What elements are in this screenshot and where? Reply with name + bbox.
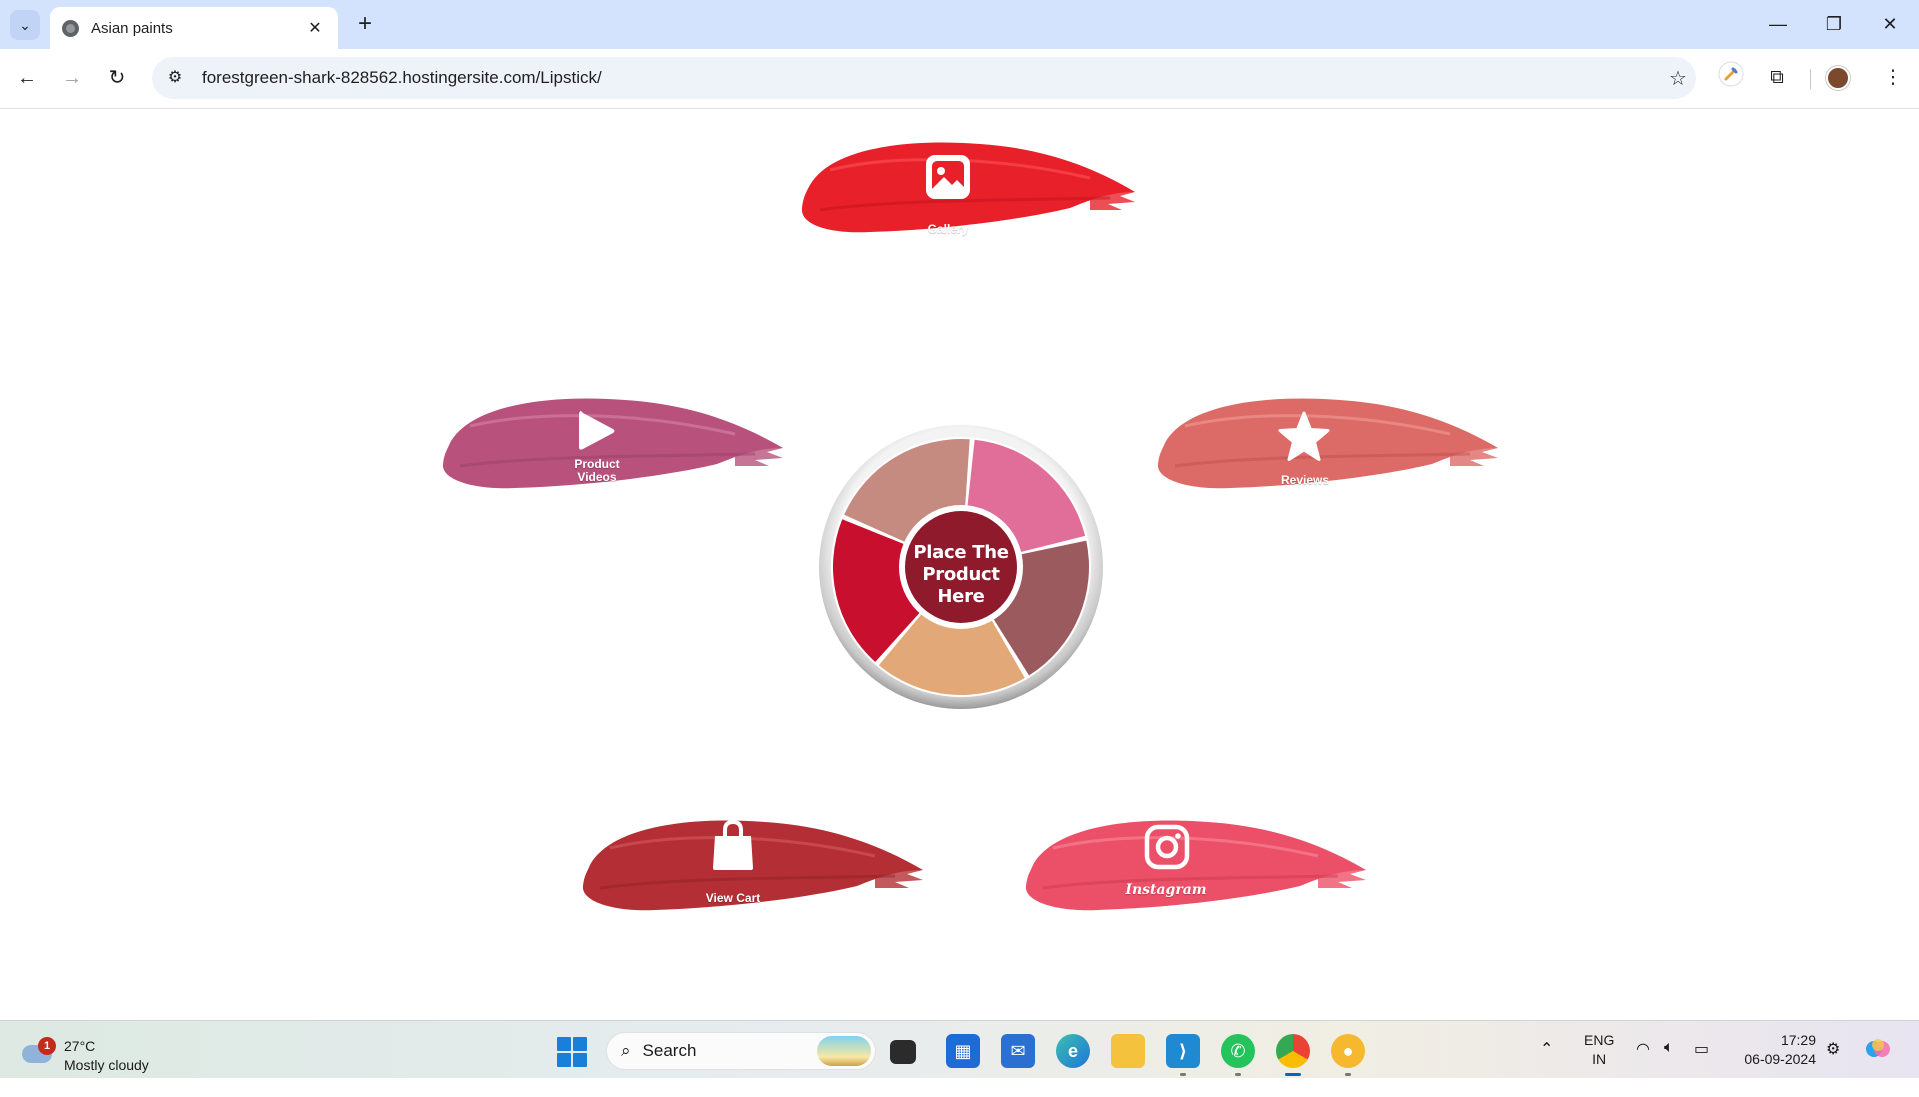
mail-icon[interactable]: ✉: [1001, 1034, 1035, 1068]
reviews-button[interactable]: Reviews: [1150, 388, 1500, 508]
forward-icon[interactable]: →: [55, 61, 89, 95]
notification-badge: 1: [38, 1037, 56, 1055]
chrome-icon[interactable]: [1276, 1034, 1310, 1076]
battery-icon[interactable]: ▭: [1694, 1039, 1709, 1097]
weather-temperature: 27°C: [64, 1038, 96, 1054]
instagram-label: Instagram: [1125, 882, 1207, 898]
color-picker-extension-icon[interactable]: [1714, 61, 1748, 95]
product-videos-label-line2: Videos: [577, 470, 617, 484]
volume-icon[interactable]: 🔈︎: [1664, 1039, 1674, 1097]
clock[interactable]: 17:29 06-09-2024: [1736, 1031, 1816, 1069]
star-icon: [1276, 410, 1332, 464]
show-hidden-icons-icon[interactable]: ⌃: [1540, 1039, 1553, 1097]
view-cart-button[interactable]: View Cart: [575, 810, 925, 930]
paint-stroke-instagram: [1025, 820, 1366, 911]
reload-icon[interactable]: ↻: [100, 61, 134, 95]
search-highlight-image: [817, 1036, 871, 1066]
profile-avatar[interactable]: [1826, 66, 1850, 90]
search-icon: ⌕: [621, 1041, 631, 1060]
extensions-icon[interactable]: ⧉: [1760, 61, 1794, 95]
play-icon: [575, 408, 619, 454]
more-menu-icon[interactable]: ⋮: [1876, 61, 1910, 95]
lang-line2: IN: [1592, 1051, 1607, 1067]
product-videos-button[interactable]: Product Videos: [435, 388, 785, 508]
globe-icon: [62, 19, 79, 37]
notifications-icon[interactable]: ⚙: [1826, 1039, 1840, 1097]
language-indicator[interactable]: ENG IN: [1584, 1031, 1614, 1069]
gallery-button[interactable]: Gallery: [790, 130, 1140, 250]
product-videos-label: Product Videos: [547, 458, 647, 484]
image-icon: [923, 152, 973, 202]
instagram-icon: [1143, 823, 1191, 871]
browser-tab[interactable]: Asian paints ✕: [50, 7, 338, 49]
view-cart-label: View Cart: [705, 891, 761, 905]
reviews-label: Reviews: [1280, 473, 1330, 487]
back-icon[interactable]: ←: [10, 61, 44, 95]
center-text-line2: Product Here: [922, 564, 1000, 607]
gallery-label: Gallery: [927, 222, 969, 236]
tab-title: Asian paints: [91, 19, 173, 37]
close-window-icon[interactable]: ✕: [1862, 6, 1918, 42]
new-tab-button[interactable]: +: [350, 10, 380, 40]
browser-toolbar: ← → ↻ ⚙ forestgreen-shark-828562.hosting…: [0, 49, 1919, 109]
taskbar-search[interactable]: ⌕ Search: [606, 1032, 876, 1070]
tab-search-button[interactable]: ⌄: [10, 10, 40, 40]
browser-tab-strip: ⌄ Asian paints ✕ + — ❐ ✕: [0, 0, 1919, 49]
center-text-line1: Place The: [913, 542, 1009, 563]
vscode-icon[interactable]: ⟩: [1166, 1034, 1200, 1076]
place-product-text: Place The Product Here: [901, 542, 1021, 608]
taskbar: 1 27°C Mostly cloudy ⌕ Search ▦ ✉ e ⟩ ✆ …: [0, 1020, 1919, 1078]
lang-line1: ENG: [1584, 1032, 1615, 1048]
lipstick-palette[interactable]: Place The Product Here: [818, 424, 1104, 710]
product-videos-label-line1: Product: [574, 457, 620, 471]
bookmark-star-icon[interactable]: ☆: [1660, 66, 1696, 91]
whatsapp-icon[interactable]: ✆: [1221, 1034, 1255, 1076]
file-explorer-icon[interactable]: [1111, 1034, 1145, 1068]
windows-start-icon[interactable]: [557, 1037, 587, 1067]
task-view-icon[interactable]: [890, 1040, 916, 1064]
microsoft-store-icon[interactable]: ▦: [946, 1034, 980, 1068]
clock-time: 17:29: [1780, 1032, 1816, 1048]
restore-icon[interactable]: ❐: [1806, 6, 1862, 42]
toolbar-divider: [1810, 69, 1811, 89]
wifi-icon[interactable]: ◠: [1636, 1039, 1650, 1097]
instagram-button[interactable]: Instagram: [1018, 810, 1368, 930]
close-tab-icon[interactable]: ✕: [304, 18, 326, 38]
app-icon[interactable]: ●: [1331, 1034, 1365, 1076]
clock-date: 06-09-2024: [1744, 1051, 1816, 1067]
address-bar[interactable]: ⚙ forestgreen-shark-828562.hostingersite…: [152, 57, 1696, 99]
copilot-icon[interactable]: [1864, 1035, 1892, 1093]
weather-condition: Mostly cloudy: [64, 1057, 149, 1073]
page-content: Gallery Product Videos Reviews Place The…: [0, 110, 1919, 1020]
minimize-icon[interactable]: —: [1750, 6, 1806, 42]
site-info-icon[interactable]: ⚙: [156, 59, 194, 97]
shopping-bag-icon: [710, 818, 756, 872]
url-text[interactable]: forestgreen-shark-828562.hostingersite.c…: [202, 68, 1660, 88]
edge-icon[interactable]: e: [1056, 1034, 1090, 1068]
taskbar-search-text: Search: [642, 1041, 697, 1060]
chevron-down-icon: ⌄: [19, 16, 31, 33]
weather-widget[interactable]: 1 27°C Mostly cloudy: [20, 1029, 170, 1073]
